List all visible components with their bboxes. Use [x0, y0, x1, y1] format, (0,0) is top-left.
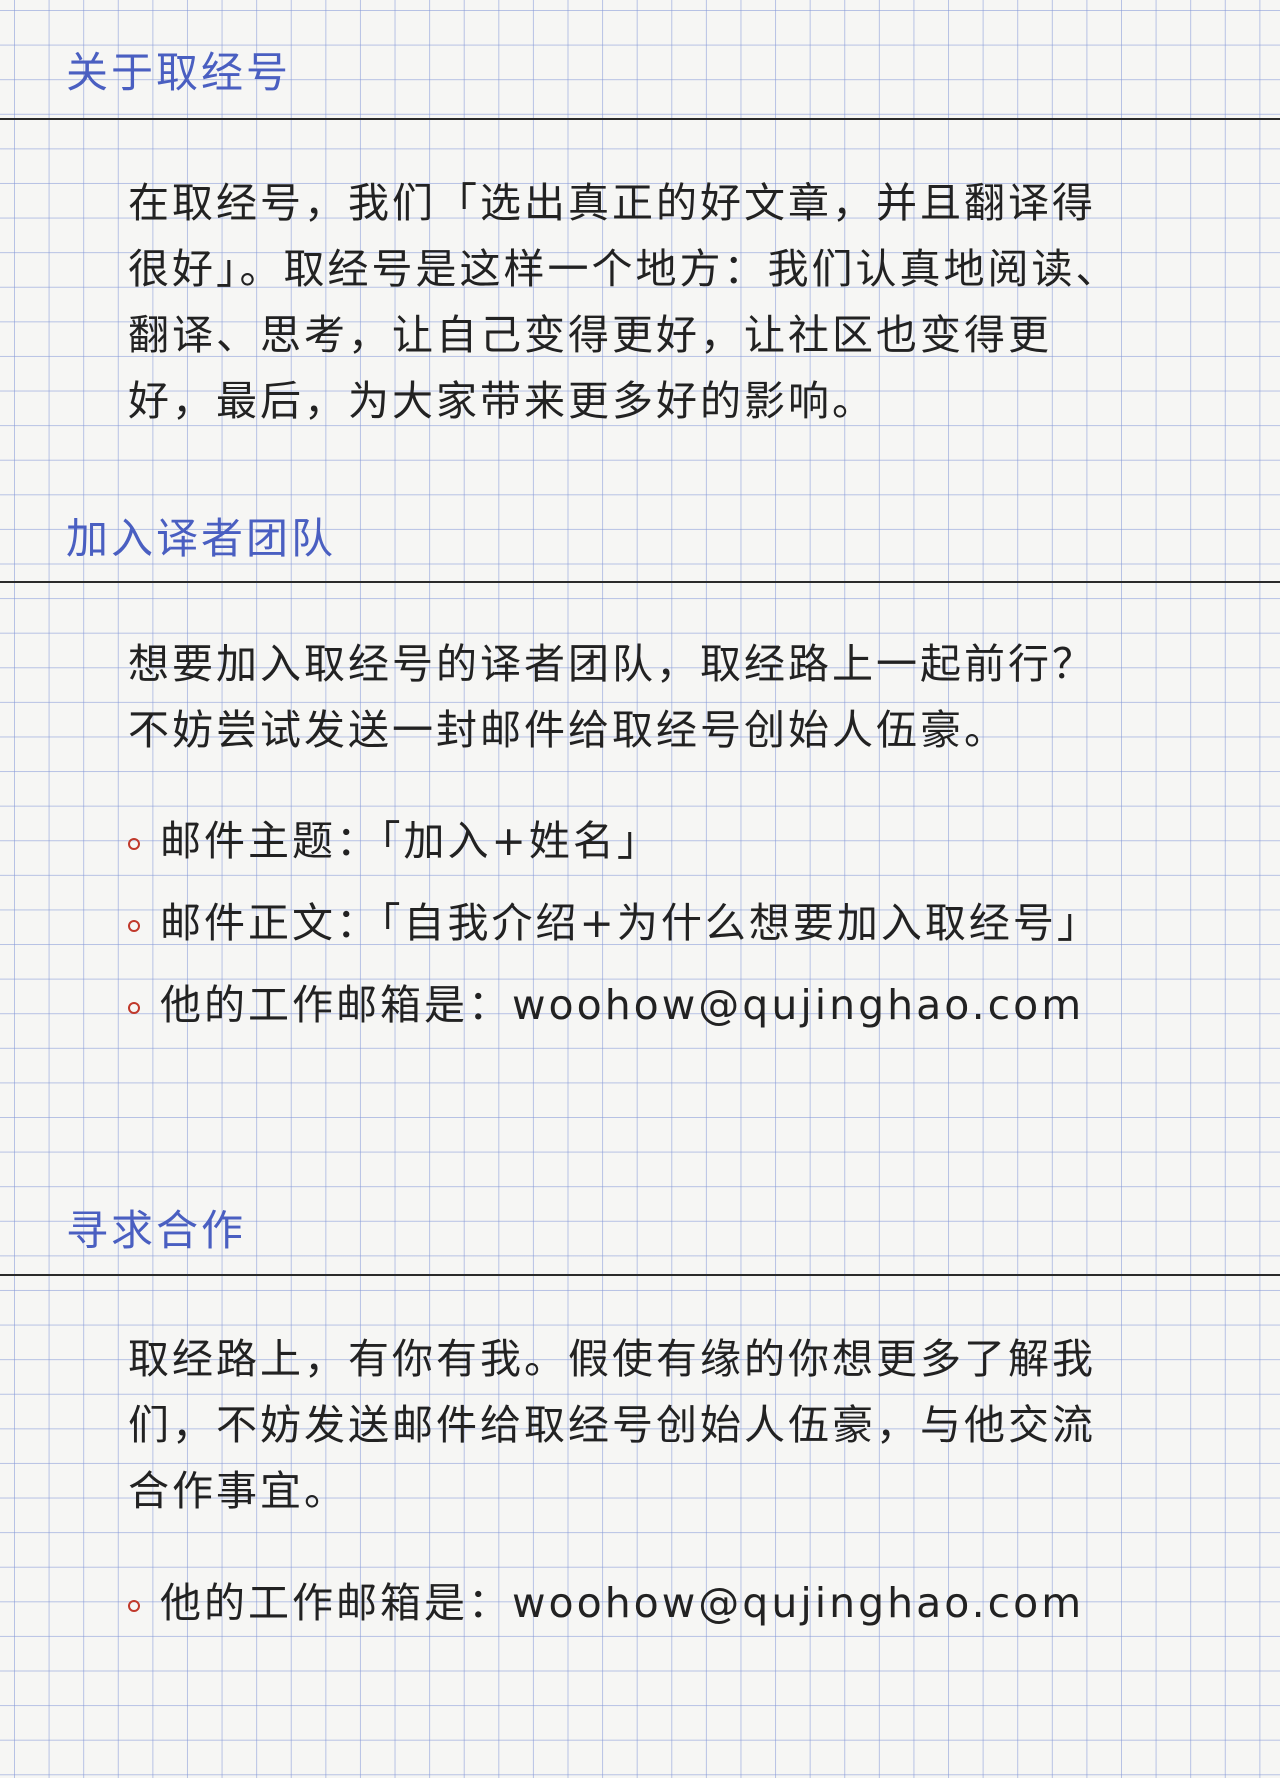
cooperation-paragraph: 取经路上，有你有我。假使有缘的你想更多了解我们，不妨发送邮件给取经号创始人伍豪，…	[128, 1335, 1096, 1515]
list-item: 他的工作邮箱是：woohow@qujinghao.com	[128, 1570, 1088, 1636]
bullet-circle-icon	[128, 1002, 140, 1014]
join-team-paragraph: 想要加入取经号的译者团队，取经路上一起前行？不妨尝试发送一封邮件给取经号创始人伍…	[128, 640, 1096, 754]
join-team-bullet-list: 邮件主题：「加入+姓名」 邮件正文：「自我介绍+为什么想要加入取经号」 他的工作…	[128, 808, 1098, 1038]
section-divider	[0, 1274, 1280, 1276]
work-email-text: 他的工作邮箱是：woohow@qujinghao.com	[160, 981, 1085, 1029]
section-title-about: 关于取经号	[66, 48, 292, 97]
bullet-circle-icon	[128, 920, 140, 932]
list-item: 邮件正文：「自我介绍+为什么想要加入取经号」	[128, 890, 1098, 956]
list-item: 邮件主题：「加入+姓名」	[128, 808, 1088, 874]
cooperation-bullet-list: 他的工作邮箱是：woohow@qujinghao.com	[128, 1570, 1088, 1636]
email-subject-text: 邮件主题：「加入+姓名」	[160, 817, 661, 865]
bullet-circle-icon	[128, 838, 140, 850]
section-divider	[0, 581, 1280, 583]
section-title-cooperation: 寻求合作	[66, 1206, 247, 1255]
section-title-join-team: 加入译者团队	[66, 514, 337, 563]
email-body-text: 邮件正文：「自我介绍+为什么想要加入取经号」	[160, 899, 1101, 947]
section-divider	[0, 118, 1280, 120]
list-item: 他的工作邮箱是：woohow@qujinghao.com	[128, 972, 1088, 1038]
bullet-circle-icon	[128, 1600, 140, 1612]
work-email-text: 他的工作邮箱是：woohow@qujinghao.com	[160, 1579, 1085, 1627]
about-paragraph: 在取经号，我们「选出真正的好文章，并且翻译得很好」。取经号是这样一个地方：我们认…	[128, 179, 1120, 425]
